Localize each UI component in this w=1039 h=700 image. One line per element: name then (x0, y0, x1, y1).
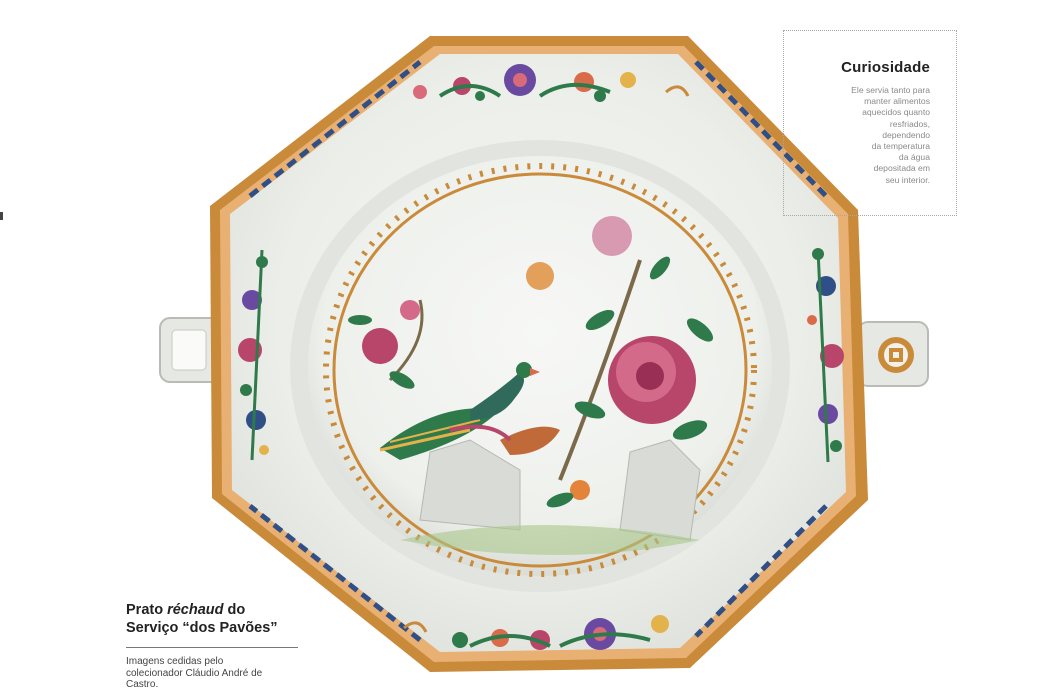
caption-title-line2: Serviço “dos Pavões” (126, 620, 278, 636)
caption-title-part1: Prato (126, 602, 168, 618)
curiosity-line: Ele servia tanto para (851, 85, 930, 95)
caption-title-part2: do (223, 602, 246, 618)
curiosity-box: Curiosidade Ele servia tanto para manter… (783, 30, 957, 216)
photo-caption: Prato réchaud do Serviço “dos Pavões” Im… (126, 601, 316, 691)
right-handle (857, 321, 929, 387)
caption-title: Prato réchaud do Serviço “dos Pavões” (126, 601, 316, 637)
curiosity-title: Curiosidade (841, 59, 930, 76)
curiosity-line: resfriados, (889, 118, 930, 129)
curiosity-line: manter alimentos (864, 96, 930, 107)
curiosity-line: dependendo (882, 129, 930, 140)
caption-divider (126, 647, 298, 648)
curiosity-line: seu interior. (885, 174, 930, 185)
curiosity-text: Ele servia tanto para manter alimentos a… (800, 85, 930, 186)
curiosity-line: aquecidos quanto (862, 107, 930, 118)
caption-title-italic: réchaud (167, 602, 224, 618)
curiosity-line: depositada em (873, 163, 930, 174)
page: Curiosidade Ele servia tanto para manter… (0, 0, 1039, 700)
curiosity-line: da água (898, 152, 930, 163)
caption-credit: Imagens cedidas pelo colecionador Cláudi… (126, 656, 263, 690)
curiosity-line: da temperatura (871, 141, 930, 152)
